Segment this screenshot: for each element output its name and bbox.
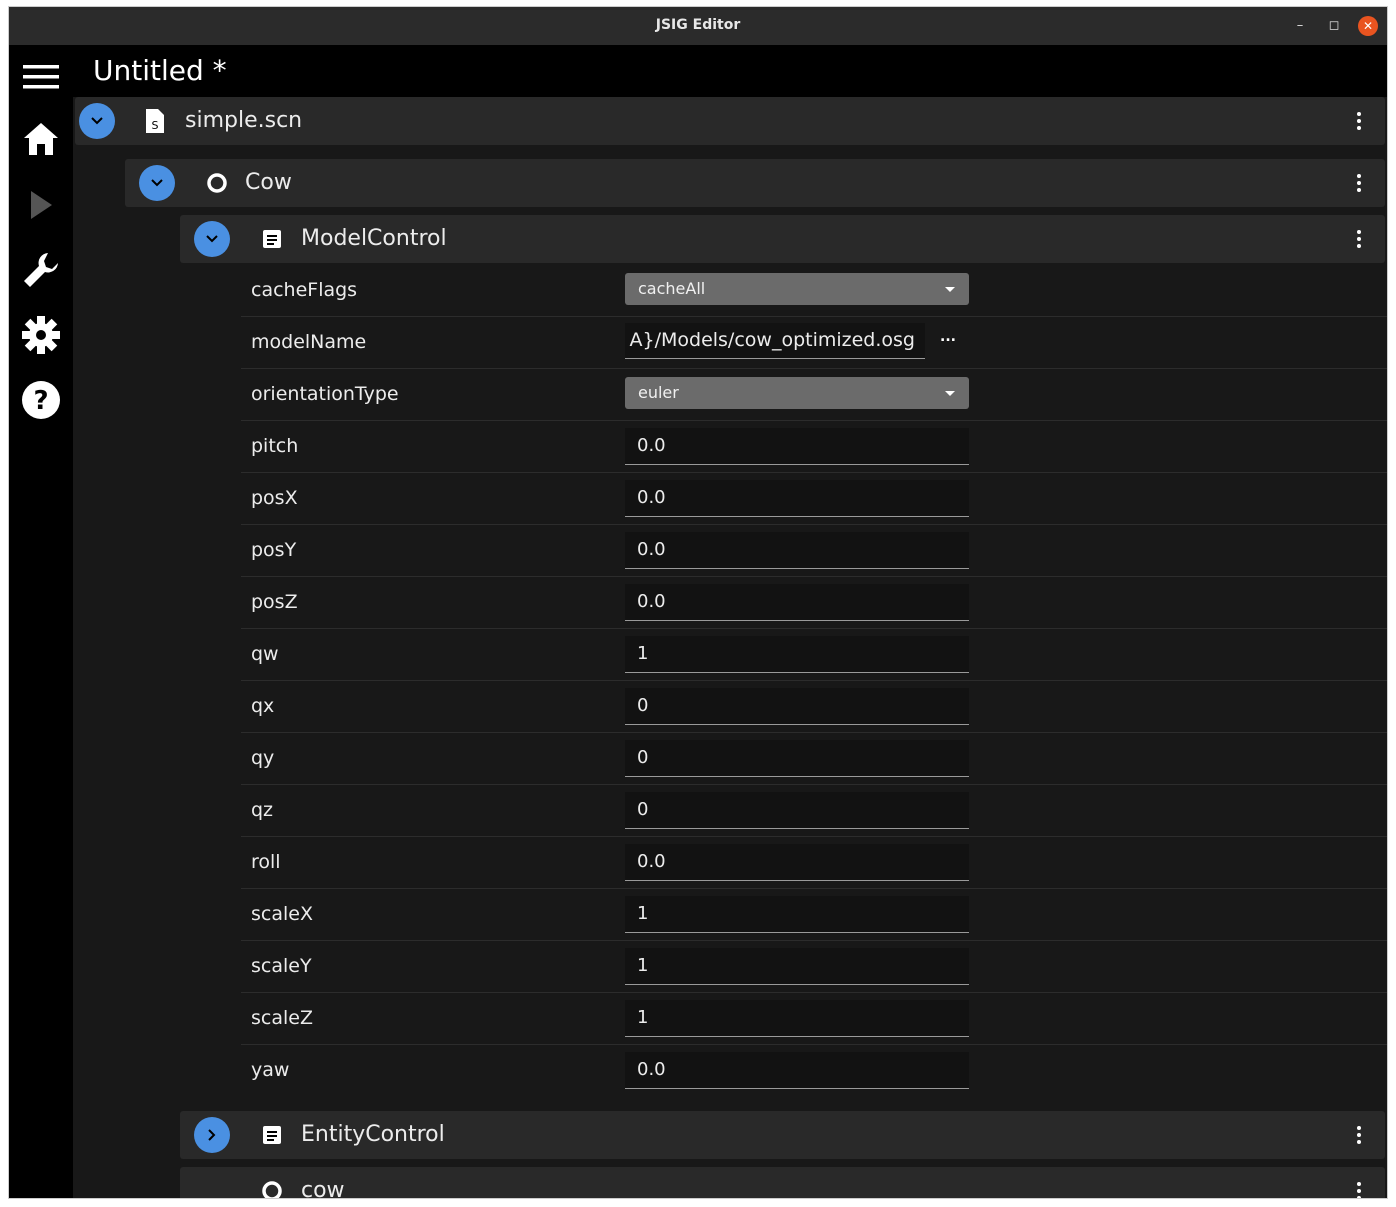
- property-name: yaw: [251, 1059, 290, 1081]
- scalez-input[interactable]: 1: [625, 1000, 969, 1037]
- property-name: pitch: [251, 435, 299, 457]
- property-row: yaw 0.0: [241, 1045, 1387, 1096]
- home-icon[interactable]: [19, 117, 63, 161]
- property-row: pitch 0.0: [241, 421, 1387, 473]
- property-row: qx 0: [241, 681, 1387, 733]
- svg-text:S: S: [152, 119, 159, 132]
- property-row: orientationType euler: [241, 369, 1387, 421]
- script-file-icon: S: [143, 109, 167, 133]
- property-name: orientationType: [251, 383, 399, 405]
- tree-node-file[interactable]: S simple.scn: [75, 97, 1385, 145]
- tree-node-label: Cow: [245, 170, 292, 195]
- property-name: qy: [251, 747, 275, 769]
- title-bar: JSIG Editor – ◻ ✕: [9, 7, 1387, 45]
- property-name: posY: [251, 539, 297, 561]
- property-row: qw 1: [241, 629, 1387, 681]
- qz-input[interactable]: 0: [625, 792, 969, 829]
- menu-icon[interactable]: [19, 55, 63, 99]
- tree-node-label: cow: [301, 1178, 345, 1198]
- property-row: modelName A}/Models/cow_optimized.osg ..…: [241, 317, 1387, 369]
- help-icon[interactable]: ?: [19, 378, 63, 422]
- tree-node-label: simple.scn: [185, 108, 303, 133]
- collapse-button[interactable]: [139, 165, 175, 201]
- property-row: posX 0.0: [241, 473, 1387, 525]
- property-name: qx: [251, 695, 275, 717]
- gear-icon[interactable]: [19, 313, 63, 357]
- svg-text:?: ?: [33, 386, 48, 416]
- property-row: scaleX 1: [241, 889, 1387, 941]
- property-row: qz 0: [241, 785, 1387, 837]
- property-name: posZ: [251, 591, 298, 613]
- property-name: modelName: [251, 331, 367, 353]
- tree-node-label: EntityControl: [301, 1122, 445, 1147]
- document-icon: [260, 227, 284, 251]
- property-row: scaleZ 1: [241, 993, 1387, 1045]
- property-name: qw: [251, 643, 279, 665]
- qy-input[interactable]: 0: [625, 740, 969, 777]
- collapse-button[interactable]: [194, 221, 230, 257]
- yaw-input[interactable]: 0.0: [625, 1052, 969, 1089]
- app-window: JSIG Editor – ◻ ✕ ? Untitled * S simple.…: [9, 7, 1387, 1198]
- scene-tree: S simple.scn Cow ModelControl cacheFlags…: [73, 97, 1387, 1198]
- property-name: roll: [251, 851, 281, 873]
- property-name: scaleZ: [251, 1007, 313, 1029]
- expand-button[interactable]: [194, 1117, 230, 1153]
- pitch-input[interactable]: 0.0: [625, 428, 969, 465]
- property-row: cacheFlags cacheAll: [241, 265, 1387, 317]
- window-title: JSIG Editor: [655, 17, 741, 33]
- orientationtype-select[interactable]: euler: [625, 377, 969, 409]
- property-row: roll 0.0: [241, 837, 1387, 889]
- property-name: cacheFlags: [251, 279, 358, 301]
- property-name: qz: [251, 799, 274, 821]
- browse-button[interactable]: ...: [935, 329, 961, 353]
- cacheflags-select[interactable]: cacheAll: [625, 273, 969, 305]
- tree-node-component[interactable]: ModelControl: [180, 215, 1385, 263]
- tree-node-entity[interactable]: cow: [180, 1167, 1385, 1198]
- minimize-button[interactable]: –: [1290, 16, 1310, 36]
- property-name: posX: [251, 487, 298, 509]
- properties-list: cacheFlags cacheAll modelName A}/Models/…: [241, 265, 1387, 1096]
- dropdown-arrow-icon: [945, 287, 955, 292]
- tree-node-component[interactable]: EntityControl: [180, 1111, 1385, 1159]
- circle-icon: [205, 171, 229, 195]
- collapse-button[interactable]: [79, 103, 115, 139]
- more-options-icon[interactable]: [1349, 1125, 1369, 1145]
- document-title: Untitled *: [93, 54, 227, 87]
- modelname-input[interactable]: A}/Models/cow_optimized.osg: [625, 323, 925, 359]
- tree-node-label: ModelControl: [301, 226, 447, 251]
- posy-input[interactable]: 0.0: [625, 532, 969, 569]
- dropdown-arrow-icon: [945, 391, 955, 396]
- scaley-input[interactable]: 1: [625, 948, 969, 985]
- more-options-icon[interactable]: [1349, 1181, 1369, 1198]
- maximize-button[interactable]: ◻: [1324, 16, 1344, 36]
- top-bar: Untitled *: [73, 45, 1387, 97]
- property-row: posZ 0.0: [241, 577, 1387, 629]
- property-row: qy 0: [241, 733, 1387, 785]
- roll-input[interactable]: 0.0: [625, 844, 969, 881]
- circle-icon: [260, 1179, 284, 1198]
- tree-node-entity[interactable]: Cow: [125, 159, 1385, 207]
- document-icon: [260, 1123, 284, 1147]
- close-button[interactable]: ✕: [1358, 16, 1378, 36]
- posz-input[interactable]: 0.0: [625, 584, 969, 621]
- property-name: scaleY: [251, 955, 312, 977]
- posx-input[interactable]: 0.0: [625, 480, 969, 517]
- qw-input[interactable]: 1: [625, 636, 969, 673]
- sidebar: ?: [9, 45, 73, 1198]
- property-row: posY 0.0: [241, 525, 1387, 577]
- property-row: scaleY 1: [241, 941, 1387, 993]
- more-options-icon[interactable]: [1349, 111, 1369, 131]
- scalex-input[interactable]: 1: [625, 896, 969, 933]
- play-icon[interactable]: [19, 183, 63, 227]
- property-name: scaleX: [251, 903, 313, 925]
- more-options-icon[interactable]: [1349, 229, 1369, 249]
- more-options-icon[interactable]: [1349, 173, 1369, 193]
- wrench-icon[interactable]: [19, 248, 63, 292]
- qx-input[interactable]: 0: [625, 688, 969, 725]
